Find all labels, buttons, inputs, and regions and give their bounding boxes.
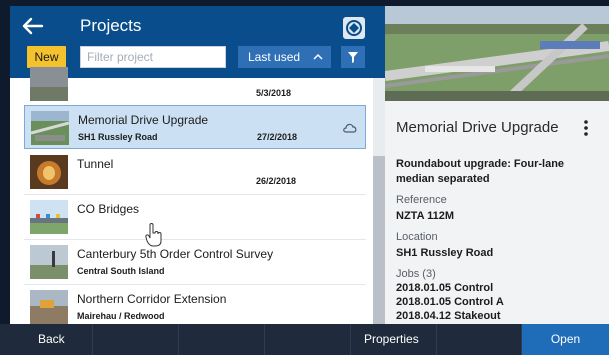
project-subtitle: Central South Island [77,266,165,276]
job-item: 2018.01.05 Control [396,282,494,294]
project-date: 5/3/2018 [256,88,292,98]
project-thumbnail [31,111,69,145]
more-options-icon[interactable] [583,119,589,139]
project-title: Canterbury 5th Order Control Survey [77,247,274,261]
project-row[interactable]: Tunnel 26/2/2018 [24,150,366,195]
reference-value: NZTA 112M [396,210,455,222]
app-frame: Projects New Last used [0,0,609,355]
project-thumbnail [30,67,68,101]
project-thumbnail [30,200,68,234]
bottom-action-bar: Back Properties Open [0,324,609,355]
project-date: 27/2/2018 [257,132,298,142]
empty-softkey[interactable] [93,324,179,355]
project-detail-panel: Memorial Drive Upgrade Roundabout upgrad… [385,6,609,324]
project-row[interactable]: Canterbury 5th Order Control Survey Cent… [24,240,366,285]
project-hero-image [385,6,609,104]
project-title: Memorial Drive Upgrade [78,113,209,127]
open-button[interactable]: Open [522,324,609,355]
location-label: Location [396,231,438,243]
job-item: 2018.04.12 Stakeout [396,310,501,322]
empty-softkey[interactable] [179,324,265,355]
empty-softkey[interactable] [437,324,522,355]
cloud-icon [342,120,358,133]
project-thumbnail [30,245,68,279]
project-date: 26/2/2018 [256,176,297,186]
back-button[interactable]: Back [0,324,93,355]
project-row[interactable]: CO Bridges [24,195,366,240]
properties-button[interactable]: Properties [351,324,437,355]
detail-project-title: Memorial Drive Upgrade [396,119,559,136]
project-thumbnail [30,155,68,189]
project-list: 5/3/2018 Memorial Drive Upgrade SH1 Russ… [10,67,368,324]
detail-description: Roundabout upgrade: Four-lane median sep… [396,158,565,185]
project-thumbnail [30,290,68,324]
project-title: Tunnel [77,157,114,171]
projects-panel: Projects New Last used [10,6,385,324]
project-row-selected[interactable]: Memorial Drive Upgrade SH1 Russley Road … [24,105,366,149]
back-button-label: Back [38,332,65,346]
location-value: SH1 Russley Road [396,247,494,259]
project-row[interactable]: 5/3/2018 [24,62,366,107]
job-item: 2018.01.05 Control A [396,296,504,308]
project-title: Northern Corridor Extension [77,292,227,306]
trimble-logo-icon[interactable] [343,17,365,39]
project-subtitle: Mairehau / Redwood [77,311,165,321]
empty-softkey[interactable] [265,324,351,355]
jobs-label: Jobs (3) [396,268,436,280]
reference-label: Reference [396,194,447,206]
project-row[interactable]: Northern Corridor Extension Mairehau / R… [24,285,366,324]
back-arrow-icon[interactable] [20,14,46,38]
hand-cursor-icon [145,223,163,247]
list-scrollbar-thumb[interactable] [373,156,385,324]
project-title: CO Bridges [77,202,140,216]
page-title: Projects [80,16,142,35]
properties-button-label: Properties [364,332,419,346]
project-subtitle: SH1 Russley Road [78,132,158,142]
